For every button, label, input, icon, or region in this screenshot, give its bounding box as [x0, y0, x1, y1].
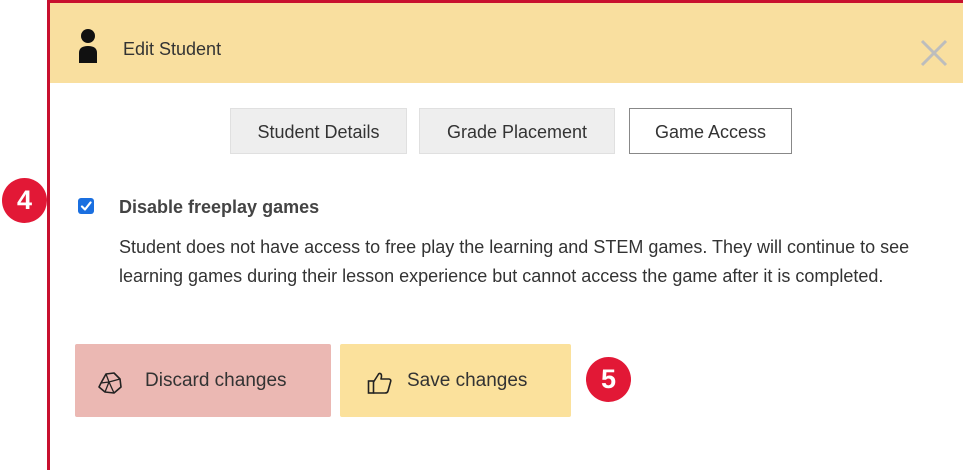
- disable-freeplay-description: Student does not have access to free pla…: [119, 237, 910, 286]
- dialog-title: Edit Student: [123, 39, 222, 59]
- save-changes-button[interactable]: Save changes: [340, 344, 571, 417]
- tab-student-details[interactable]: Student Details: [230, 108, 407, 154]
- crumpled-paper-icon: [98, 372, 122, 394]
- disable-freeplay-label: Disable freeplay games: [119, 197, 320, 217]
- discard-changes-label: Discard changes: [145, 370, 287, 391]
- step-5-badge: 5: [586, 357, 631, 402]
- tab-grade-placement[interactable]: Grade Placement: [419, 108, 615, 154]
- checkmark-icon: [80, 201, 92, 211]
- close-icon[interactable]: [918, 37, 950, 69]
- dialog-header: Edit Student: [50, 3, 963, 83]
- tab-bar: Student Details Grade Placement Game Acc…: [50, 108, 963, 156]
- thumbs-up-icon: [367, 372, 392, 394]
- disable-freeplay-checkbox[interactable]: [78, 198, 94, 214]
- person-icon: [79, 29, 97, 63]
- save-changes-label: Save changes: [407, 370, 528, 391]
- step-4-badge: 4: [2, 178, 47, 223]
- discard-changes-button[interactable]: Discard changes: [75, 344, 331, 417]
- edit-student-dialog: Edit Student Student Details Grade Place…: [47, 0, 963, 470]
- tab-game-access[interactable]: Game Access: [629, 108, 792, 154]
